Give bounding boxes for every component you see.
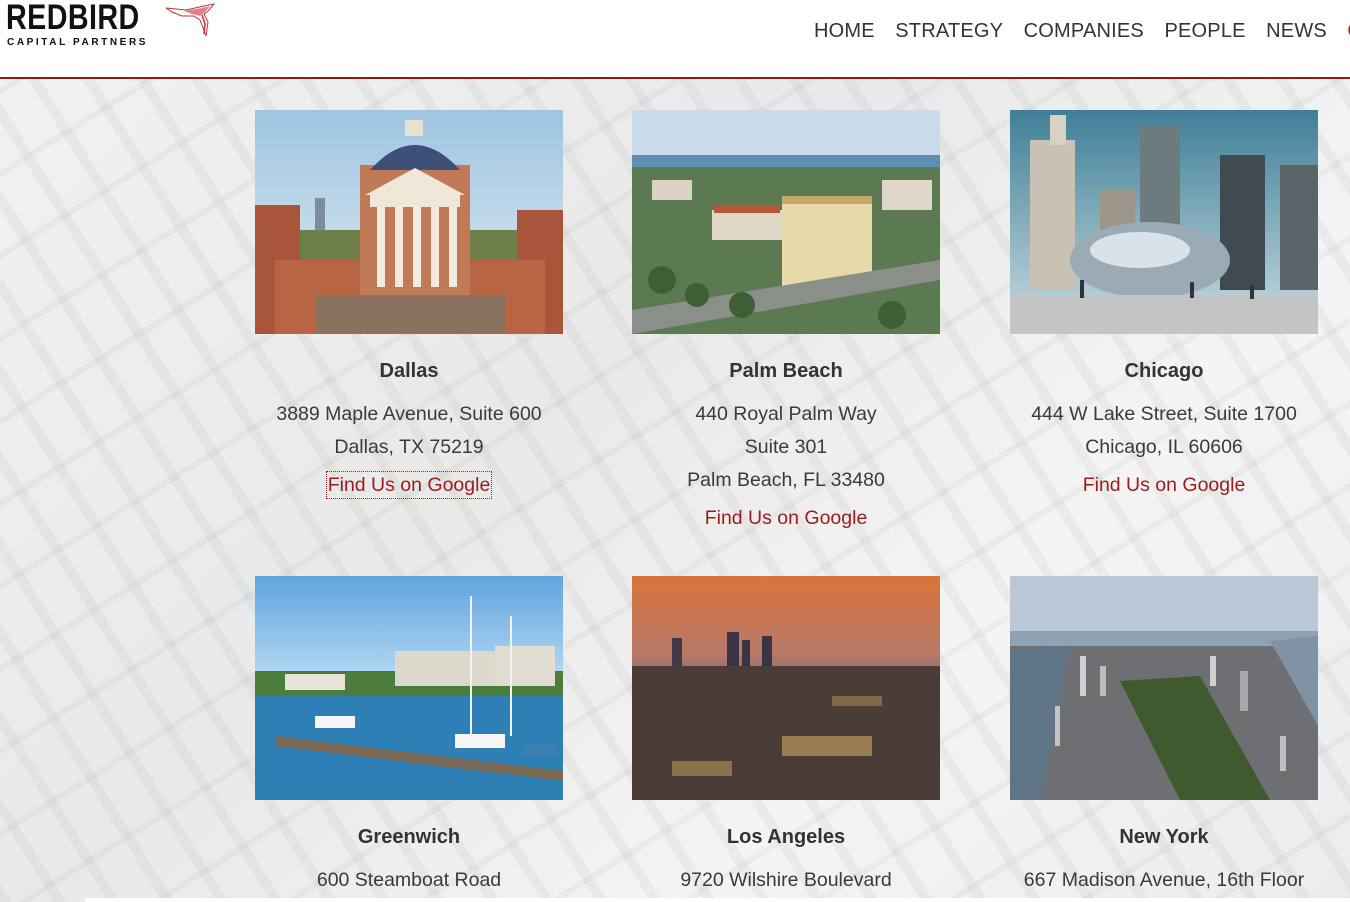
office-city: Los Angeles	[726, 826, 846, 848]
nav-companies[interactable]: COMPANIES	[1024, 18, 1144, 44]
address-line: Suite 301	[744, 436, 828, 458]
redbird-icon	[165, 3, 216, 37]
office-city: Palm Beach	[729, 360, 843, 382]
address-line: Chicago, IL 60606	[1085, 436, 1243, 458]
address-line: Dallas, TX 75219	[334, 436, 484, 458]
address-line: 440 Royal Palm Way	[695, 403, 877, 425]
address-line: 9720 Wilshire Boulevard	[680, 869, 892, 891]
office-city: Dallas	[379, 360, 439, 382]
los-angeles-skyline-photo	[632, 576, 940, 800]
office-city: Chicago	[1124, 360, 1204, 382]
address-line: 3889 Maple Avenue, Suite 600	[276, 403, 542, 425]
office-card-greenwich: Greenwich 600 Steamboat Road	[255, 576, 563, 897]
logo-wordmark: REDBIRD	[6, 0, 140, 37]
chicago-bean-photo	[1010, 110, 1318, 334]
office-city: Greenwich	[357, 826, 461, 848]
find-us-on-google-link[interactable]: Find Us on Google	[704, 505, 869, 531]
logo[interactable]: REDBIRD CAPITAL PARTNERS	[4, 0, 216, 60]
dallas-building-photo	[255, 110, 563, 334]
office-card-palm-beach: Palm Beach 440 Royal Palm Way Suite 301 …	[632, 110, 940, 531]
nav-home[interactable]: HOME	[814, 18, 875, 44]
find-us-on-google-link[interactable]: Find Us on Google	[325, 471, 493, 499]
office-card-los-angeles: Los Angeles 9720 Wilshire Boulevard	[632, 576, 940, 897]
address-line: Palm Beach, FL 33480	[687, 469, 885, 491]
nav-strategy[interactable]: STRATEGY	[895, 18, 1003, 44]
address-line: 667 Madison Avenue, 16th Floor	[1023, 869, 1305, 891]
new-york-aerial-photo	[1010, 576, 1318, 800]
office-address: 3889 Maple Avenue, Suite 600 Dallas, TX …	[255, 398, 563, 464]
nav-people[interactable]: PEOPLE	[1164, 18, 1245, 44]
site-header: REDBIRD CAPITAL PARTNERS HOME STRATEGY C…	[0, 0, 1350, 79]
address-line: 444 W Lake Street, Suite 1700	[1031, 403, 1297, 425]
office-address: 667 Madison Avenue, 16th Floor	[1010, 864, 1318, 897]
address-line: 600 Steamboat Road	[316, 869, 502, 891]
office-card-dallas: Dallas 3889 Maple Avenue, Suite 600 Dall…	[255, 110, 563, 499]
find-us-on-google-link[interactable]: Find Us on Google	[1082, 472, 1247, 498]
office-address: 9720 Wilshire Boulevard	[632, 864, 940, 897]
office-city: New York	[1119, 826, 1209, 848]
palm-beach-aerial-photo	[632, 110, 940, 334]
office-address: 440 Royal Palm Way Suite 301 Palm Beach,…	[632, 398, 940, 497]
nav-news[interactable]: NEWS	[1266, 18, 1327, 44]
logo-subtitle: CAPITAL PARTNERS	[7, 37, 149, 48]
footer-strip	[85, 898, 1350, 902]
office-card-new-york: New York 667 Madison Avenue, 16th Floor	[1010, 576, 1318, 897]
office-card-chicago: Chicago 444 W Lake Street, Suite 1700 Ch…	[1010, 110, 1318, 498]
main-nav: HOME STRATEGY COMPANIES PEOPLE NEWS CO	[814, 18, 1350, 46]
greenwich-marina-photo	[255, 576, 563, 800]
office-address: 600 Steamboat Road	[255, 864, 563, 897]
office-address: 444 W Lake Street, Suite 1700 Chicago, I…	[1010, 398, 1318, 464]
